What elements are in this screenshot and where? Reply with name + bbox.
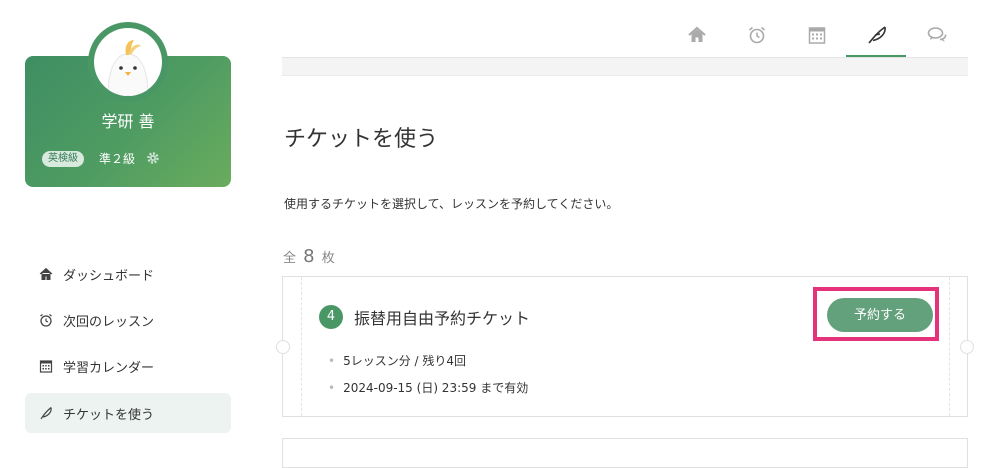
- sidebar-item-calendar[interactable]: 学習カレンダー: [25, 346, 231, 386]
- sidebar-item-label: 学習カレンダー: [63, 361, 155, 376]
- sidebar-item-dashboard[interactable]: ダッシュボード: [25, 254, 231, 294]
- ticket-notch: [960, 340, 974, 354]
- home-icon[interactable]: [686, 24, 708, 46]
- calendar-icon[interactable]: [806, 24, 828, 46]
- ticket-lessons: 5レッスン分 / 残り4回: [343, 354, 467, 368]
- ticket-count: 全 8 枚: [283, 246, 335, 267]
- count-prefix: 全: [283, 251, 297, 266]
- page-title: チケットを使う: [284, 127, 439, 152]
- header-band: [282, 58, 968, 76]
- eiken-badge: 英検級: [42, 151, 84, 167]
- count-value: 8: [303, 246, 315, 267]
- sidebar-item-label: ダッシュボード: [63, 269, 155, 284]
- sidebar-item-use-ticket[interactable]: チケットを使う: [25, 393, 231, 433]
- ticket-perforation: [301, 277, 302, 416]
- feather-icon: [40, 407, 52, 420]
- gear-icon[interactable]: [146, 151, 160, 165]
- chat-bubbles-icon[interactable]: [926, 24, 948, 46]
- ticket-title: 振替用自由予約チケット: [354, 309, 531, 328]
- user-name: 学研 善: [101, 112, 155, 131]
- calendar-icon: [39, 360, 53, 373]
- sidebar-item-next-lesson[interactable]: 次回のレッスン: [25, 300, 231, 340]
- ticket-notch: [276, 340, 290, 354]
- home-icon: [39, 267, 53, 280]
- alarm-clock-icon[interactable]: [746, 24, 768, 46]
- count-suffix: 枚: [321, 251, 335, 266]
- ticket-detail: • 5レッスン分 / 残り4回: [328, 354, 467, 368]
- sidebar-item-label: 次回のレッスン: [63, 315, 155, 330]
- sidebar-item-label: チケットを使う: [63, 408, 155, 423]
- alarm-clock-icon: [40, 313, 52, 327]
- ticket-number-badge: 4: [319, 305, 343, 329]
- ticket-detail: • 2024-09-15 (日) 23:59 まで有効: [328, 381, 529, 395]
- grade-label: 準２級: [99, 152, 136, 166]
- reserve-button[interactable]: 予約する: [827, 298, 933, 332]
- ticket-card: [282, 438, 968, 468]
- page-description: 使用するチケットを選択して、レッスンを予約してください。: [284, 197, 619, 211]
- chick-mascot-icon: [107, 40, 149, 96]
- ticket-perforation: [949, 277, 950, 416]
- feather-icon[interactable]: [866, 24, 888, 46]
- avatar: [88, 22, 168, 102]
- ticket-expiry: 2024-09-15 (日) 23:59 まで有効: [343, 381, 529, 395]
